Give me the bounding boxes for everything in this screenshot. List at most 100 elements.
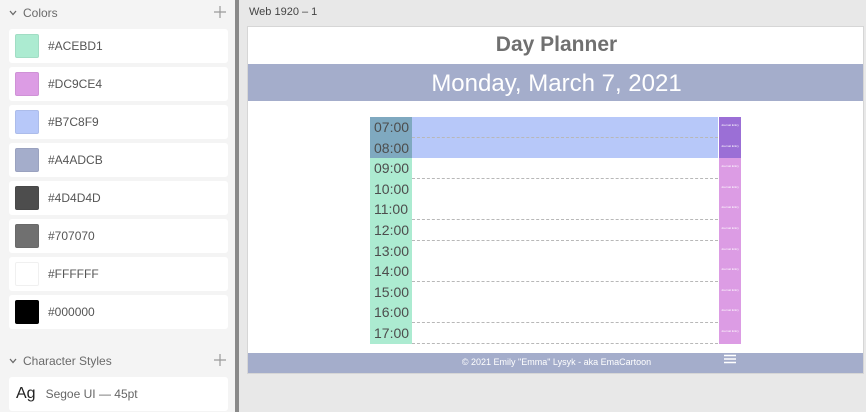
hour-entry-field[interactable] [412,117,718,138]
color-hex-label: #000000 [48,305,95,319]
hour-row: 16:00 Journal Entry [370,302,742,324]
panel-divider[interactable] [235,0,239,412]
hour-row: 09:00 Journal Entry [370,158,742,180]
hour-row: 14:00 Journal Entry [370,261,742,283]
color-hex-label: #707070 [48,229,95,243]
character-style-item[interactable]: Ag Segoe UI — 45pt [9,377,228,411]
character-style-description: Segoe UI — 45pt [45,387,138,401]
save-entry-button[interactable]: Journal Entry [719,199,741,221]
add-color-icon[interactable] [213,5,227,19]
color-item[interactable]: #707070 [9,219,228,253]
save-entry-button-label: Journal Entry [721,226,739,230]
color-item[interactable]: #DC9CE4 [9,67,228,101]
color-swatch [15,110,39,134]
hour-label: 07:00 [370,117,412,138]
character-style-sample: Ag [16,385,36,402]
save-entry-button-label: Journal Entry [721,308,739,313]
hour-label: 11:00 [370,199,412,221]
color-hex-label: #B7C8F9 [48,115,99,129]
hour-label: 17:00 [370,323,412,344]
hour-row: 11:00 Journal Entry [370,199,742,221]
current-date: Monday, March 7, 2021 [431,70,682,97]
color-swatch [15,300,39,324]
hour-entry-field[interactable] [412,302,718,324]
color-item[interactable]: #000000 [9,295,228,329]
hour-label: 15:00 [370,281,412,303]
colors-section-header[interactable]: Colors [0,1,235,25]
save-entry-button[interactable]: Journal Entry [719,220,741,241]
hour-label: 08:00 [370,137,412,159]
color-item[interactable]: #ACEBD1 [9,29,228,63]
save-entry-button[interactable]: Journal Entry [719,281,741,303]
save-entry-button-label: Journal Entry [721,287,739,292]
character-styles-section-title: Character Styles [23,354,112,368]
save-entry-button[interactable]: Journal Entry [719,240,741,262]
footer: © 2021 Emily "Emma" Lysyk - aka EmaCarto… [248,353,863,373]
color-swatch [15,186,39,210]
save-entry-button-label: Journal Entry [721,184,739,189]
hour-entry-field[interactable] [412,137,718,159]
save-entry-button[interactable]: Journal Entry [719,302,741,324]
page-title: Day Planner [495,33,618,56]
artboard[interactable]: Day Planner Monday, March 7, 2021 07:00 J… [247,26,864,374]
colors-section-title: Colors [23,6,58,20]
hour-entry-field[interactable] [412,158,718,180]
hour-row: 07:00 Journal Entry [370,117,742,138]
hour-row: 13:00 Journal Entry [370,240,742,262]
hour-label: 13:00 [370,240,412,262]
color-hex-label: #DC9CE4 [48,77,103,91]
character-styles-section-header[interactable]: Character Styles [0,349,235,373]
hamburger-menu-icon[interactable] [724,354,736,364]
color-swatch [15,34,39,58]
hour-entry-field[interactable] [412,281,718,303]
color-item[interactable]: #FFFFFF [9,257,228,291]
hour-label: 10:00 [370,178,412,200]
save-entry-button-label: Journal Entry [721,205,739,210]
save-entry-button[interactable]: Journal Entry [719,323,741,344]
color-swatch [15,224,39,248]
save-entry-button-label: Journal Entry [721,246,739,251]
color-swatch [15,148,39,172]
hour-entry-field[interactable] [412,199,718,221]
color-hex-label: #ACEBD1 [48,39,103,53]
hour-row: 12:00 Journal Entry [370,220,742,241]
color-swatch [15,72,39,96]
hour-entry-field[interactable] [412,220,718,241]
add-character-style-icon[interactable] [213,353,227,367]
hour-label: 16:00 [370,302,412,324]
hour-label: 09:00 [370,158,412,180]
save-entry-button-label: Journal Entry [721,164,739,169]
artboard-label[interactable]: Web 1920 – 1 [249,6,317,18]
color-item[interactable]: #4D4D4D [9,181,228,215]
save-entry-button[interactable]: Journal Entry [719,261,741,283]
hour-label: 12:00 [370,220,412,241]
hour-row: 10:00 Journal Entry [370,178,742,200]
color-hex-label: #4D4D4D [48,191,101,205]
chevron-down-icon[interactable] [9,357,17,365]
save-entry-button[interactable]: Journal Entry [719,137,741,159]
save-entry-button-label: Journal Entry [721,267,739,272]
save-entry-button-label: Journal Entry [721,123,739,127]
hour-entry-field[interactable] [412,261,718,283]
color-hex-label: #FFFFFF [48,267,99,281]
footer-copyright: © 2021 Emily "Emma" Lysyk - aka EmaCarto… [461,357,652,367]
save-entry-button-label: Journal Entry [721,143,739,148]
hour-row: 08:00 Journal Entry [370,137,742,159]
save-entry-button[interactable]: Journal Entry [719,158,741,180]
save-entry-button-label: Journal Entry [721,329,739,333]
hour-entry-field[interactable] [412,178,718,200]
chevron-down-icon[interactable] [9,9,17,17]
assets-panel: Colors #ACEBD1 #DC9CE4 #B7C8F9 #A4ADCB #4D4D… [0,0,235,412]
save-entry-button[interactable]: Journal Entry [719,178,741,200]
hour-label: 14:00 [370,261,412,283]
color-hex-label: #A4ADCB [48,153,103,167]
color-swatch [15,262,39,286]
hour-row: 17:00 Journal Entry [370,323,742,344]
color-item[interactable]: #B7C8F9 [9,105,228,139]
hour-row: 15:00 Journal Entry [370,281,742,303]
save-entry-button[interactable]: Journal Entry [719,117,741,138]
color-item[interactable]: #A4ADCB [9,143,228,177]
hour-entry-field[interactable] [412,323,718,344]
hour-entry-field[interactable] [412,240,718,262]
row-divider [412,343,718,344]
